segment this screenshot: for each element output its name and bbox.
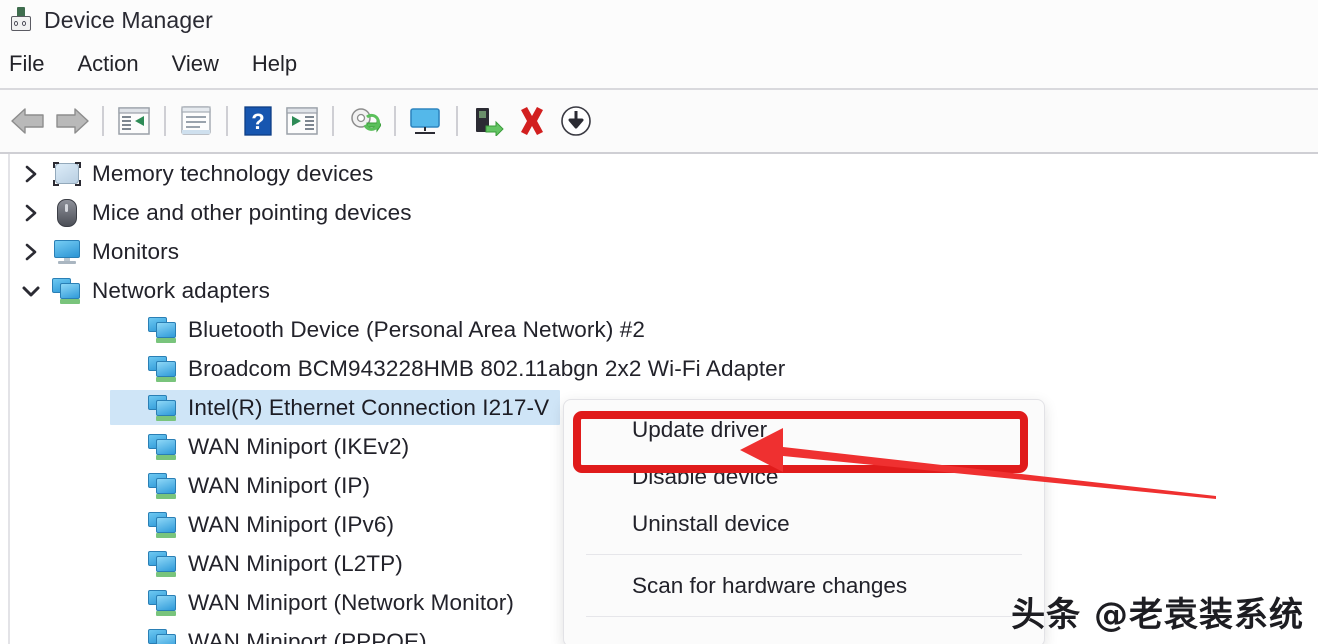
toolbar-separator xyxy=(332,106,334,136)
menu-view[interactable]: View xyxy=(172,49,238,79)
tree-item[interactable]: Mice and other pointing devices xyxy=(0,193,1318,232)
monitor-icon xyxy=(48,236,86,268)
tree-item-label: WAN Miniport (IPv6) xyxy=(188,511,395,537)
device-manager-window: Device Manager File Action View Help ? M… xyxy=(0,0,1318,644)
network-adapter-icon xyxy=(48,275,86,307)
toolbar-separator xyxy=(164,106,166,136)
context-menu-scan-for-hardware-changes[interactable]: Scan for hardware changes xyxy=(564,562,1044,609)
watermark: 头条 @老袁装系统 xyxy=(1011,595,1304,635)
tree-item[interactable]: Memory technology devices xyxy=(0,154,1318,193)
window-title: Device Manager xyxy=(44,6,213,33)
tree-item[interactable]: Bluetooth Device (Personal Area Network)… xyxy=(0,310,1318,349)
show-hide-console-tree-icon[interactable] xyxy=(112,99,156,143)
title-bar: Device Manager xyxy=(0,0,1318,40)
show-hide-action-pane-icon[interactable] xyxy=(280,99,324,143)
toolbar-separator xyxy=(394,106,396,136)
chevron-right-icon[interactable] xyxy=(14,203,48,223)
tree-item-label: Broadcom BCM943228HMB 802.11abgn 2x2 Wi-… xyxy=(188,355,786,381)
context-menu-disable-device[interactable]: Disable device xyxy=(564,453,1044,500)
toolbar: ? xyxy=(0,90,1318,152)
tree-item-label: Bluetooth Device (Personal Area Network)… xyxy=(188,316,646,342)
network-adapter-icon xyxy=(144,470,182,502)
network-adapter-icon xyxy=(144,509,182,541)
context-menu-separator xyxy=(586,616,1022,617)
network-adapter-icon xyxy=(144,392,182,424)
chevron-down-icon[interactable] xyxy=(14,284,48,298)
tree-item-label: Network adapters xyxy=(92,277,270,303)
chevron-right-icon[interactable] xyxy=(14,164,48,184)
tree-item-label: Memory technology devices xyxy=(92,160,374,186)
uninstall-device-icon[interactable] xyxy=(510,99,554,143)
svg-text:?: ? xyxy=(251,109,264,134)
context-menu-update-driver[interactable]: Update driver xyxy=(564,406,1044,453)
tree-item-label: WAN Miniport (PPPOE) xyxy=(188,628,427,644)
download-icon[interactable] xyxy=(554,99,598,143)
toolbar-separator xyxy=(456,106,458,136)
update-driver-icon[interactable] xyxy=(342,99,386,143)
network-adapter-icon xyxy=(144,353,182,385)
forward-arrow-icon[interactable] xyxy=(50,99,94,143)
mouse-icon xyxy=(48,197,86,229)
tree-item-label: Intel(R) Ethernet Connection I217-V xyxy=(188,394,550,420)
context-menu-separator xyxy=(586,554,1022,555)
tree-item[interactable]: Network adapters xyxy=(0,271,1318,310)
network-adapter-icon xyxy=(144,548,182,580)
properties-icon[interactable] xyxy=(174,99,218,143)
network-adapter-icon xyxy=(144,314,182,346)
context-menu[interactable]: Update driver Disable device Uninstall d… xyxy=(563,399,1045,644)
tree-item-label: WAN Miniport (Network Monitor) xyxy=(188,589,514,615)
toolbar-separator xyxy=(102,106,104,136)
disable-device-icon[interactable] xyxy=(466,99,510,143)
device-manager-icon xyxy=(8,7,34,33)
menu-bar: File Action View Help xyxy=(0,40,1318,88)
tree-item-label: Monitors xyxy=(92,238,180,264)
toolbar-separator xyxy=(226,106,228,136)
back-arrow-icon[interactable] xyxy=(6,99,50,143)
menu-help[interactable]: Help xyxy=(252,49,316,79)
chevron-right-icon[interactable] xyxy=(14,242,48,262)
network-adapter-icon xyxy=(144,431,182,463)
network-adapter-icon xyxy=(144,587,182,619)
tree-item-label: WAN Miniport (L2TP) xyxy=(188,550,403,576)
context-menu-uninstall-device[interactable]: Uninstall device xyxy=(564,500,1044,547)
help-icon[interactable]: ? xyxy=(236,99,280,143)
menu-action[interactable]: Action xyxy=(77,49,157,79)
tree-item-label: WAN Miniport (IKEv2) xyxy=(188,433,410,459)
tree-item-label: WAN Miniport (IP) xyxy=(188,472,371,498)
scan-for-hardware-changes-icon[interactable] xyxy=(404,99,448,143)
tree-item[interactable]: Monitors xyxy=(0,232,1318,271)
menu-file[interactable]: File xyxy=(9,49,63,79)
network-adapter-icon xyxy=(144,626,182,644)
memory-device-icon xyxy=(48,158,86,190)
tree-item-label: Mice and other pointing devices xyxy=(92,199,412,225)
tree-item[interactable]: Broadcom BCM943228HMB 802.11abgn 2x2 Wi-… xyxy=(0,349,1318,388)
